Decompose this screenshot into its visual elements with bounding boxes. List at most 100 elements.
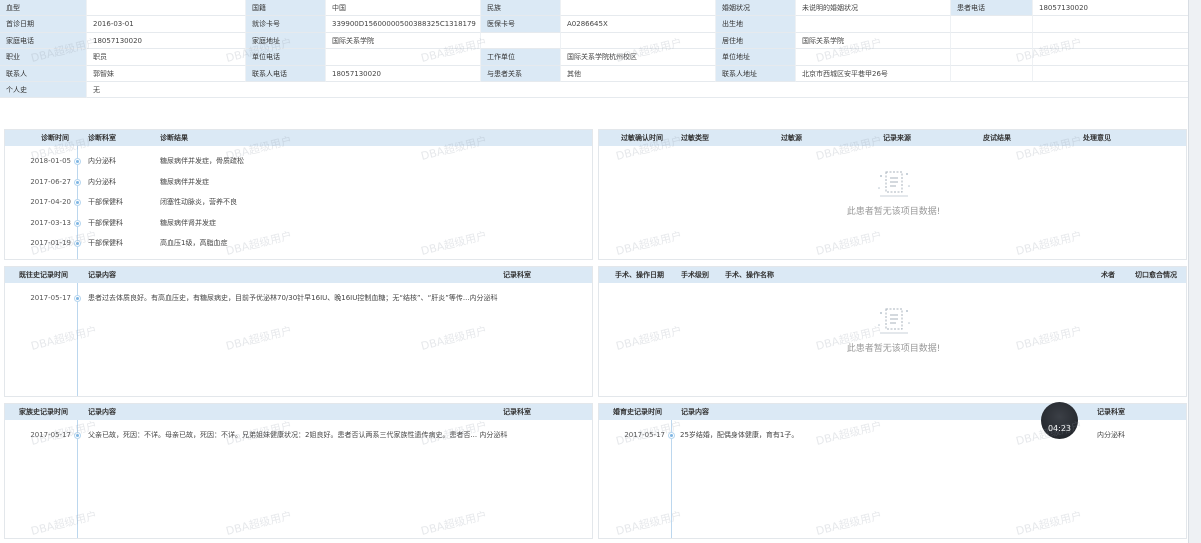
allergy-empty-text: 此患者暂无该项目数据! bbox=[846, 207, 941, 217]
timeline-dot bbox=[75, 241, 80, 246]
info-value bbox=[796, 16, 951, 33]
info-value: 2016-03-01 bbox=[87, 16, 246, 33]
col-marriage-dept: 记录科室 bbox=[1097, 408, 1125, 416]
marriage-history-row[interactable]: 2017-05-17 25岁结婚，配偶身体健康，育有1子。 内分泌科 bbox=[599, 426, 1186, 444]
diagnosis-dept: 内分泌科 bbox=[88, 157, 116, 165]
surgery-header: 手术、操作日期 手术级别 手术、操作名称 术者 切口愈合情况 bbox=[599, 267, 1186, 283]
timeline-dot bbox=[669, 433, 674, 438]
diagnosis-row[interactable]: 2017-03-13 干部保健科 糖尿病伴肾并发症 bbox=[5, 214, 592, 232]
info-value: 18057130020 bbox=[326, 65, 481, 82]
info-label: 家庭电话 bbox=[0, 32, 87, 50]
col-surgery-surgeon: 术者 bbox=[1101, 271, 1115, 279]
timeline-dot bbox=[75, 159, 80, 164]
col-past-time: 既往史记录时间 bbox=[19, 271, 68, 279]
info-label: 联系人电话 bbox=[246, 65, 326, 82]
info-value: 18057130020 bbox=[87, 32, 246, 50]
col-diagnosis-time: 诊断时间 bbox=[41, 134, 69, 142]
info-value bbox=[561, 0, 716, 17]
info-label bbox=[951, 32, 1033, 50]
info-label: 工作单位 bbox=[481, 49, 561, 66]
timeline-dot bbox=[75, 200, 80, 205]
surgery-empty-text: 此患者暂无该项目数据! bbox=[846, 344, 941, 354]
past-history-panel: 既往史记录时间 记录内容 记录科室 2017-05-17 患者过去体质良好。有高… bbox=[4, 266, 593, 397]
patient-info-grid: 血型 国籍 中国 民族 婚姻状况 未说明的婚姻状况 患者电话 18057130020 首诊日期 2… bbox=[0, 0, 1188, 99]
diagnosis-header: 诊断时间 诊断科室 诊断结果 bbox=[5, 130, 592, 146]
info-value bbox=[1033, 16, 1188, 33]
info-label: 就诊卡号 bbox=[246, 16, 326, 33]
family-history-date: 2017-05-17 bbox=[30, 431, 71, 439]
info-value bbox=[1033, 65, 1188, 82]
timeline-dot bbox=[75, 220, 80, 226]
info-value: 未说明的婚姻状况 bbox=[796, 0, 951, 17]
info-value: 职员 bbox=[87, 49, 246, 66]
info-value: A0286645X bbox=[561, 16, 716, 33]
info-value bbox=[561, 32, 716, 50]
col-family-dept: 记录科室 bbox=[503, 408, 531, 416]
info-label: 联系人 bbox=[0, 65, 87, 82]
patient-record-page: 血型 国籍 中国 民族 婚姻状况 未说明的婚姻状况 患者电话 18057130020 首诊日期 2… bbox=[0, 0, 1189, 543]
col-marriage-content: 记录内容 bbox=[681, 408, 709, 416]
diagnosis-panel: 诊断时间 诊断科室 诊断结果 2018-01-05 内分泌科 糖尿病伴并发症，骨质疏… bbox=[4, 129, 593, 260]
diagnosis-result: 糖尿病伴并发症 bbox=[160, 177, 209, 186]
info-label: 居住地 bbox=[716, 32, 796, 50]
diagnosis-result: 闭塞性动脉炎，营养不良 bbox=[160, 198, 237, 206]
diagnosis-row[interactable]: 2017-04-20 干部保健科 闭塞性动脉炎，营养不良 bbox=[5, 193, 592, 211]
info-label bbox=[951, 65, 1033, 82]
info-value: 其他 bbox=[561, 65, 716, 82]
info-label: 联系人地址 bbox=[716, 65, 796, 82]
diagnosis-date: 2017-06-27 bbox=[30, 177, 71, 186]
col-surgery-level: 手术级别 bbox=[681, 271, 709, 279]
past-history-row[interactable]: 2017-05-17 患者过去体质良好。有高血压史，有糖尿病史，目前予优泌林70… bbox=[5, 289, 592, 307]
col-allergy-skin-test: 皮试结果 bbox=[983, 134, 1011, 142]
diagnosis-result: 糖尿病伴并发症，骨质疏松 bbox=[160, 157, 244, 165]
surgery-panel: 手术、操作日期 手术级别 手术、操作名称 术者 切口愈合情况 此患者暂无该项目数… bbox=[598, 266, 1187, 397]
personal-history-value: 无 bbox=[87, 81, 1188, 99]
col-past-dept: 记录科室 bbox=[503, 271, 531, 279]
info-value bbox=[326, 49, 481, 66]
info-value bbox=[87, 0, 246, 17]
marriage-history-header: 婚育史记录时间 记录内容 记录科室 bbox=[599, 404, 1186, 420]
diagnosis-row[interactable]: 2018-01-05 内分泌科 糖尿病伴并发症，骨质疏松 bbox=[5, 152, 592, 170]
diagnosis-date: 2018-01-05 bbox=[30, 157, 71, 165]
diagnosis-row[interactable]: 2017-06-27 内分泌科 糖尿病伴并发症 bbox=[5, 173, 592, 191]
scrollbar-track[interactable] bbox=[1189, 0, 1201, 543]
timeline-dot bbox=[75, 179, 80, 185]
session-timer[interactable]: 04:23 bbox=[1041, 402, 1078, 439]
surgery-empty-state: 此患者暂无该项目数据! bbox=[599, 303, 1186, 354]
info-value: 18057130020 bbox=[1033, 0, 1188, 17]
info-value: 北京市西城区安平巷甲26号 bbox=[796, 65, 951, 82]
col-family-time: 家族史记录时间 bbox=[19, 408, 68, 416]
allergy-empty-state: 此患者暂无该项目数据! bbox=[599, 166, 1186, 217]
past-history-content: 患者过去体质良好。有高血压史，有糖尿病史，目前予优泌林70/30针早16IU、晚… bbox=[88, 294, 498, 302]
allergy-header: 过敏确认时间 过敏类型 过敏源 记录来源 皮试结果 处理意见 bbox=[599, 130, 1186, 146]
info-label: 国籍 bbox=[246, 0, 326, 17]
col-surgery-healing: 切口愈合情况 bbox=[1135, 271, 1177, 279]
empty-document-icon bbox=[877, 308, 910, 334]
info-label: 与患者关系 bbox=[481, 65, 561, 82]
col-family-content: 记录内容 bbox=[88, 408, 116, 416]
info-label bbox=[481, 32, 561, 50]
diagnosis-dept: 内分泌科 bbox=[88, 177, 116, 186]
info-label: 首诊日期 bbox=[0, 16, 87, 33]
info-label bbox=[951, 49, 1033, 66]
info-value: 国际关系学院杭州校区 bbox=[561, 49, 716, 66]
info-label: 单位电话 bbox=[246, 49, 326, 66]
marriage-history-date: 2017-05-17 bbox=[624, 431, 665, 439]
info-value bbox=[1033, 32, 1188, 50]
info-label: 家庭地址 bbox=[246, 32, 326, 50]
diagnosis-date: 2017-01-19 bbox=[30, 239, 71, 247]
info-label: 婚姻状况 bbox=[716, 0, 796, 17]
info-label: 患者电话 bbox=[951, 0, 1033, 17]
marriage-history-content: 25岁结婚，配偶身体健康，育有1子。 bbox=[680, 431, 799, 439]
col-surgery-date: 手术、操作日期 bbox=[615, 271, 664, 279]
family-history-row[interactable]: 2017-05-17 父亲已故，死因：不详。母亲已故，死因：不详。兄弟姐妹健康状… bbox=[5, 426, 592, 444]
col-allergy-handling: 处理意见 bbox=[1083, 134, 1111, 142]
col-surgery-name: 手术、操作名称 bbox=[725, 271, 774, 279]
info-label bbox=[951, 16, 1033, 33]
diagnosis-row[interactable]: 2017-01-19 干部保健科 高血压1级，高脂血症 bbox=[5, 234, 592, 252]
diagnosis-date: 2017-03-13 bbox=[30, 218, 71, 227]
diagnosis-result: 高血压1级，高脂血症 bbox=[160, 239, 228, 247]
empty-document-icon bbox=[877, 171, 910, 197]
info-label: 单位地址 bbox=[716, 49, 796, 66]
info-value: 国际关系学院 bbox=[326, 32, 481, 50]
